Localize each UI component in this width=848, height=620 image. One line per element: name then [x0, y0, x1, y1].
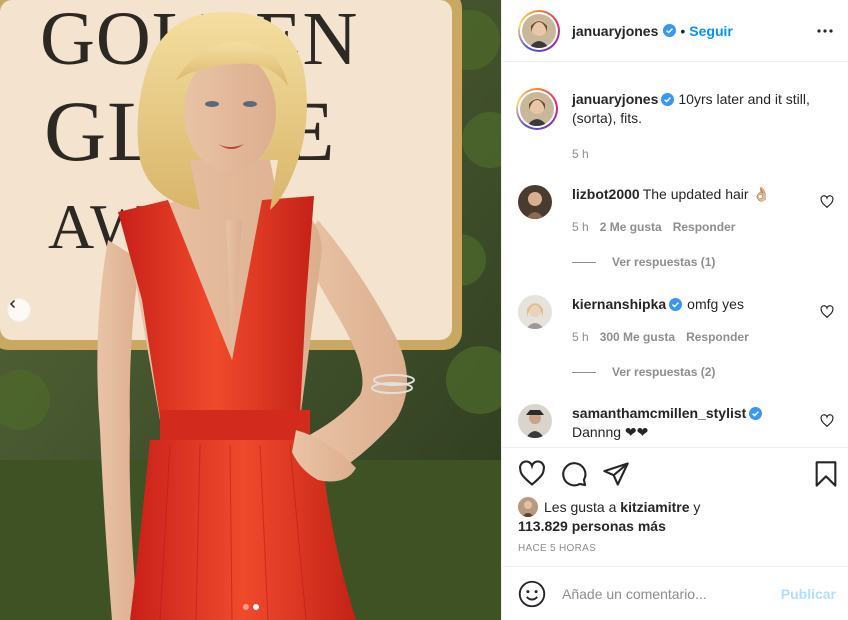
carousel-prev-button[interactable]	[7, 298, 31, 322]
comment-input[interactable]	[562, 585, 781, 602]
verified-icon	[669, 298, 683, 311]
post-header: januaryjones • Seguir	[502, 0, 848, 62]
commenter-avatar[interactable]	[518, 185, 552, 219]
replies-divider	[572, 261, 596, 263]
replies-divider	[572, 371, 596, 373]
comment-item: kiernanshipka omfg yes 5 h 300 Me gusta Res…	[518, 295, 834, 395]
post-side-panel: januaryjones • Seguir januaryjones 10yrs …	[501, 0, 848, 620]
likes-summary: Les gusta a kitziamitre y 113.829 persona…	[518, 497, 832, 536]
add-comment-bar: Publicar	[502, 566, 848, 620]
heart-icon[interactable]	[820, 195, 834, 209]
comment-meta: 5 h 2 Me gusta Responder	[572, 220, 746, 234]
reply-button[interactable]: Responder	[686, 330, 749, 344]
bookmark-icon[interactable]	[812, 460, 840, 488]
view-replies-label: Ver respuestas (1)	[612, 255, 716, 269]
comment-time[interactable]: 5 h	[572, 220, 589, 234]
post-dialog: GOLDEN GLOBE AWARDS	[0, 0, 848, 620]
comment-meta: 5 h 300 Me gusta Responder	[572, 330, 760, 344]
liker-avatar[interactable]	[518, 497, 538, 517]
publish-button[interactable]: Publicar	[781, 586, 836, 602]
caption-body: januaryjones 10yrs later and it still, (s…	[572, 90, 834, 128]
comment-icon[interactable]	[560, 460, 588, 488]
carousel-dot-active[interactable]	[252, 604, 259, 610]
photo-illustration: GOLDEN GLOBE AWARDS	[0, 0, 501, 620]
verified-icon	[663, 24, 677, 37]
view-replies-button[interactable]: Ver respuestas (1)	[572, 255, 715, 269]
likes-and: y	[693, 499, 701, 515]
commenter-avatar[interactable]	[518, 295, 552, 329]
post-photo[interactable]: GOLDEN GLOBE AWARDS	[0, 0, 501, 620]
comment-time[interactable]: 5 h	[572, 330, 589, 344]
heart-icon[interactable]	[518, 460, 546, 488]
caption-avatar[interactable]	[516, 88, 558, 130]
follow-button[interactable]: Seguir	[689, 23, 733, 39]
liker-username[interactable]: kitziamitre	[620, 499, 689, 515]
verified-icon	[661, 93, 675, 106]
action-bar	[502, 447, 848, 501]
comment-text: omfg yes	[687, 296, 744, 312]
comment-username[interactable]: kiernanshipka	[572, 296, 666, 312]
comment-body: lizbot2000 The updated hair 👌🏼	[572, 185, 808, 204]
comment-likes[interactable]: 2 Me gusta	[600, 220, 662, 234]
carousel-dot[interactable]	[242, 604, 249, 610]
story-ring[interactable]	[518, 9, 560, 52]
comment-text: The updated hair 👌🏼	[642, 186, 770, 202]
more-icon	[817, 29, 833, 33]
verified-icon	[749, 407, 763, 420]
caption-username[interactable]: januaryjones	[572, 91, 658, 107]
comment-body: samanthamcmillen_stylist Dannng ❤❤	[572, 404, 808, 442]
likes-count[interactable]: 113.829 personas más	[518, 518, 666, 534]
comment-item: samanthamcmillen_stylist Dannng ❤❤	[518, 404, 834, 447]
author-username[interactable]: januaryjones	[572, 23, 658, 39]
likes-prefix: Les gusta a	[544, 499, 617, 515]
commenter-avatar[interactable]	[518, 404, 552, 438]
comment-text: Dannng ❤❤	[572, 424, 649, 440]
comment-body: kiernanshipka omfg yes	[572, 295, 808, 314]
view-replies-button[interactable]: Ver respuestas (2)	[572, 365, 715, 379]
more-options-button[interactable]	[814, 20, 836, 42]
avatar	[522, 13, 556, 48]
comment-likes[interactable]: 300 Me gusta	[600, 330, 675, 344]
caption-time[interactable]: 5 h	[572, 147, 589, 161]
reply-button[interactable]: Responder	[673, 220, 736, 234]
view-replies-label: Ver respuestas (2)	[612, 365, 716, 379]
heart-icon[interactable]	[820, 305, 834, 319]
comment-username[interactable]: samanthamcmillen_stylist	[572, 405, 746, 421]
comment-username[interactable]: lizbot2000	[572, 186, 640, 202]
emoji-icon[interactable]	[518, 580, 546, 608]
chevron-left-icon	[9, 299, 16, 309]
caption: januaryjones 10yrs later and it still, (s…	[516, 88, 834, 161]
heart-icon[interactable]	[820, 414, 834, 428]
caption-meta: 5 h	[572, 147, 600, 161]
comment-item: lizbot2000 The updated hair 👌🏼 5 h 2 Me gu…	[518, 185, 834, 285]
carousel-dots	[0, 604, 501, 610]
share-icon[interactable]	[602, 460, 630, 488]
separator-dot: •	[680, 22, 686, 39]
post-timestamp[interactable]: HACE 5 HORAS	[518, 543, 596, 554]
comments-list[interactable]: januaryjones 10yrs later and it still, (s…	[502, 63, 848, 447]
